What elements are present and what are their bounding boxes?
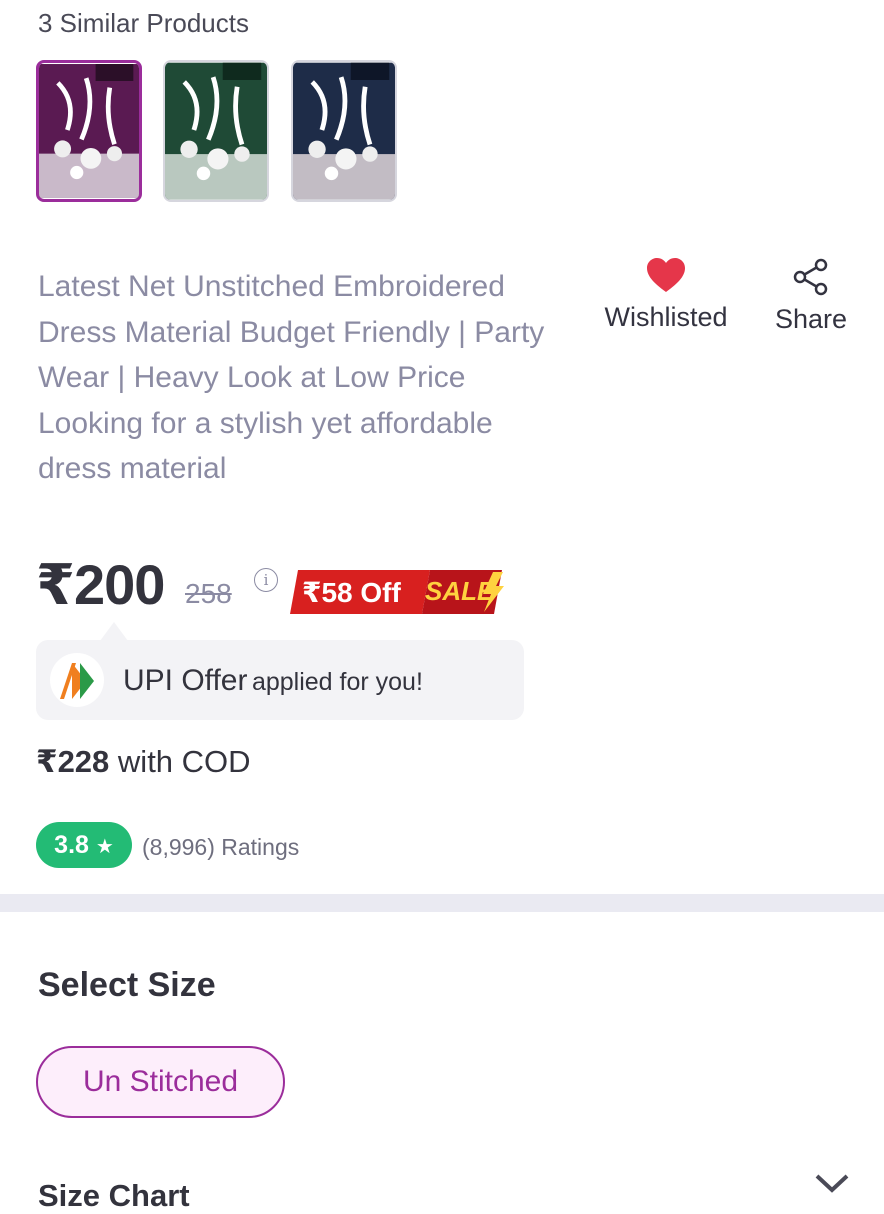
similar-product-thumb-purple[interactable] xyxy=(36,60,142,202)
star-icon: ★ xyxy=(95,836,114,858)
share-label: Share xyxy=(774,304,848,334)
product-image xyxy=(165,62,267,200)
heart-icon xyxy=(647,258,685,292)
product-image xyxy=(293,62,395,200)
info-icon[interactable]: i xyxy=(254,568,278,592)
upi-offer-subtitle: applied for you! xyxy=(251,668,423,696)
original-price: 258 xyxy=(185,578,232,609)
upi-logo-icon xyxy=(50,653,104,707)
similar-product-thumb-navy[interactable] xyxy=(291,60,397,202)
section-divider xyxy=(0,894,884,912)
sale-label: SALE xyxy=(425,576,495,606)
similar-products-heading: 3 Similar Products xyxy=(38,8,249,38)
product-title: Latest Net Unstitched Embroidered Dress … xyxy=(38,270,545,485)
wishlist-button[interactable]: Wishlisted xyxy=(596,258,736,333)
discount-label: ₹58 Off xyxy=(302,577,401,608)
rating-value: 3.8 xyxy=(54,831,89,859)
product-image xyxy=(39,64,139,198)
share-button[interactable]: Share xyxy=(768,258,854,335)
chevron-down-icon[interactable] xyxy=(814,1172,850,1194)
rating-badge[interactable]: 3.8 ★ xyxy=(36,822,132,868)
upi-offer-text: UPI Offer applied for you! xyxy=(123,664,423,698)
wishlist-label: Wishlisted xyxy=(604,302,728,332)
price: ₹200 xyxy=(36,553,165,616)
cod-price: ₹228 xyxy=(36,744,110,779)
upi-tooltip-arrow xyxy=(100,622,128,641)
select-size-heading: Select Size xyxy=(38,966,216,1004)
cod-label: with COD xyxy=(117,744,251,779)
cod-price-line: ₹228 with COD xyxy=(36,744,251,780)
size-option-unstitched[interactable]: Un Stitched xyxy=(36,1046,285,1118)
rating-count[interactable]: (8,996) Ratings xyxy=(142,834,299,861)
share-icon xyxy=(793,258,828,296)
upi-offer-title: UPI Offer xyxy=(123,664,248,697)
size-chart-link[interactable]: Size Chart xyxy=(38,1178,190,1214)
similar-product-thumb-green[interactable] xyxy=(163,60,269,202)
